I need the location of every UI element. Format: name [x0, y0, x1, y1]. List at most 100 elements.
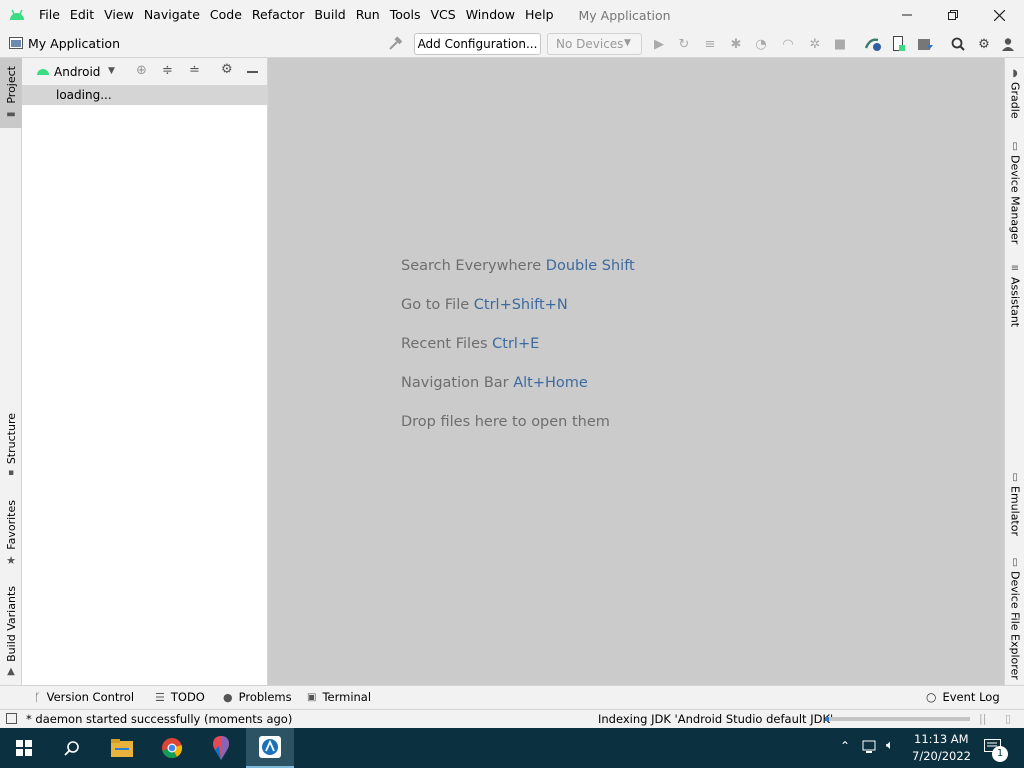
- status-toggle-icon[interactable]: [6, 713, 17, 724]
- start-button[interactable]: [0, 728, 48, 768]
- tab-emulator[interactable]: ▯ Emulator: [1004, 472, 1024, 537]
- memory-indicator-icon[interactable]: ▯: [1005, 712, 1011, 725]
- hint-recent-files: Recent Files Ctrl+E: [401, 336, 539, 352]
- search-icon[interactable]: [949, 35, 967, 53]
- tab-problems-label: Problems: [238, 690, 292, 704]
- close-button[interactable]: [976, 0, 1022, 30]
- tab-version-control-label: Version Control: [46, 690, 135, 704]
- tab-structure[interactable]: Structure ▪: [0, 413, 22, 483]
- file-explorer-icon: [111, 739, 133, 757]
- hint-text: Go to File: [401, 297, 470, 313]
- locate-icon[interactable]: ⊕: [136, 63, 147, 78]
- tab-terminal-label: Terminal: [322, 690, 372, 704]
- panel-settings-gear-icon[interactable]: ⚙: [221, 62, 233, 77]
- android-studio-logo-icon: [0, 0, 34, 30]
- tab-device-file-explorer[interactable]: ▯ Device File Explorer: [1004, 557, 1024, 680]
- network-icon[interactable]: [862, 739, 878, 758]
- bottom-tool-bar: ᚴ Version Control ☰ TODO ● Problems ▣ Te…: [0, 685, 1024, 709]
- clock-date[interactable]: 7/20/2022: [912, 749, 971, 763]
- assistant-icon: ≡: [1010, 263, 1020, 274]
- android-studio-taskbar-button[interactable]: [246, 728, 294, 768]
- tab-gradle-label: Gradle: [1008, 82, 1022, 119]
- tab-emulator-label: Emulator: [1008, 486, 1022, 536]
- apply-code-changes-icon[interactable]: ≡: [701, 35, 719, 53]
- device-selector[interactable]: No Devices ▼: [547, 33, 642, 55]
- menu-run[interactable]: Run: [351, 0, 385, 30]
- tab-gradle[interactable]: ◗ Gradle: [1004, 68, 1024, 128]
- hide-panel-icon[interactable]: [247, 71, 258, 73]
- tab-terminal[interactable]: ▣ Terminal: [307, 690, 371, 704]
- menu-file[interactable]: File: [34, 0, 65, 30]
- run-icon[interactable]: ▶: [650, 35, 668, 53]
- expand-all-icon[interactable]: ≑: [162, 63, 173, 78]
- search-button[interactable]: [48, 728, 96, 768]
- clock-time[interactable]: 11:13 AM: [914, 732, 969, 746]
- apply-changes-icon[interactable]: ↻: [675, 35, 693, 53]
- tab-project[interactable]: Project ▬: [0, 58, 22, 128]
- indexing-progress-bar: [825, 717, 970, 721]
- tab-build-variants[interactable]: Build Variants ▲: [0, 586, 22, 677]
- menu-code[interactable]: Code: [205, 0, 247, 30]
- menu-build[interactable]: Build: [309, 0, 350, 30]
- sdk-manager-icon[interactable]: [916, 35, 934, 53]
- debug-icon[interactable]: ✱: [727, 35, 745, 53]
- account-icon[interactable]: [999, 35, 1017, 53]
- left-tool-strip: Project ▬ Structure ▪ Favorites ★ Build …: [0, 58, 22, 685]
- status-message[interactable]: * daemon started successfully (moments a…: [26, 712, 292, 726]
- menu-help[interactable]: Help: [520, 0, 559, 30]
- volume-icon[interactable]: 🔈︎: [886, 738, 894, 753]
- tab-assistant[interactable]: ≡ Assistant: [1004, 263, 1024, 333]
- tab-project-label: Project: [4, 66, 18, 104]
- hint-shortcut: Double Shift: [545, 258, 635, 274]
- right-tool-strip: ◗ Gradle ▯ Device Manager ≡ Assistant ▯ …: [1004, 58, 1024, 685]
- hint-shortcut: Ctrl+E: [492, 336, 540, 352]
- chevron-up-icon[interactable]: ⌃: [840, 739, 850, 753]
- tab-todo[interactable]: ☰ TODO: [155, 690, 205, 704]
- menu-navigate[interactable]: Navigate: [139, 0, 205, 30]
- terminal-icon: ▣: [307, 691, 317, 703]
- collapse-all-icon[interactable]: ≐: [189, 63, 200, 78]
- tab-todo-label: TODO: [170, 690, 205, 704]
- build-variants-icon: ▲: [7, 665, 15, 677]
- tab-version-control[interactable]: ᚴ Version Control: [34, 690, 134, 704]
- pause-icon[interactable]: ||: [979, 712, 986, 725]
- menu-window[interactable]: Window: [461, 0, 520, 30]
- file-explorer-button[interactable]: [98, 728, 146, 768]
- tab-event-log[interactable]: ○ Event Log: [926, 690, 1000, 704]
- tab-favorites-label: Favorites: [4, 500, 18, 550]
- paint3d-button[interactable]: [197, 728, 245, 768]
- attach-debugger-icon[interactable]: ✲: [806, 35, 824, 53]
- device-manager-icon[interactable]: [890, 35, 908, 53]
- project-panel-header: Android ▼ ⊕ ≑ ≐ ⚙: [22, 58, 267, 85]
- windows-taskbar: ⌃ 🔈︎ 11:13 AM 7/20/2022 1: [0, 728, 1024, 768]
- project-tree-loading: loading...: [22, 85, 267, 105]
- chrome-button[interactable]: [148, 728, 196, 768]
- tab-device-manager[interactable]: ▯ Device Manager: [1004, 141, 1024, 244]
- notification-badge: 1: [992, 746, 1008, 762]
- chevron-down-icon: ▼: [624, 38, 631, 48]
- add-configuration-button[interactable]: Add Configuration...: [414, 33, 541, 55]
- editor-area[interactable]: Search Everywhere Double Shift Go to Fil…: [268, 58, 1004, 685]
- minimize-button[interactable]: [884, 0, 930, 30]
- view-mode-selector[interactable]: Android: [54, 65, 100, 79]
- branch-icon: ᚴ: [34, 690, 41, 704]
- settings-gear-icon[interactable]: ⚙: [975, 35, 993, 53]
- menu-view[interactable]: View: [99, 0, 139, 30]
- coverage-icon[interactable]: ◠: [779, 35, 797, 53]
- project-name[interactable]: My Application: [28, 36, 120, 51]
- restore-button[interactable]: [930, 0, 976, 30]
- hint-text: Search Everywhere: [401, 258, 542, 274]
- menu-refactor[interactable]: Refactor: [247, 0, 309, 30]
- chevron-down-icon[interactable]: ▼: [108, 66, 115, 76]
- profile-icon[interactable]: ◔: [752, 35, 770, 53]
- stop-icon[interactable]: ■: [831, 35, 849, 53]
- folder-icon: ▬: [6, 108, 16, 120]
- menu-edit[interactable]: Edit: [65, 0, 99, 30]
- menu-vcs[interactable]: VCS: [426, 0, 461, 30]
- status-bar: * daemon started successfully (moments a…: [0, 709, 1024, 728]
- hammer-icon[interactable]: [386, 35, 404, 53]
- menu-tools[interactable]: Tools: [385, 0, 426, 30]
- tab-favorites[interactable]: Favorites ★: [0, 500, 22, 567]
- sync-gradle-icon[interactable]: [864, 35, 882, 53]
- tab-problems[interactable]: ● Problems: [223, 690, 292, 704]
